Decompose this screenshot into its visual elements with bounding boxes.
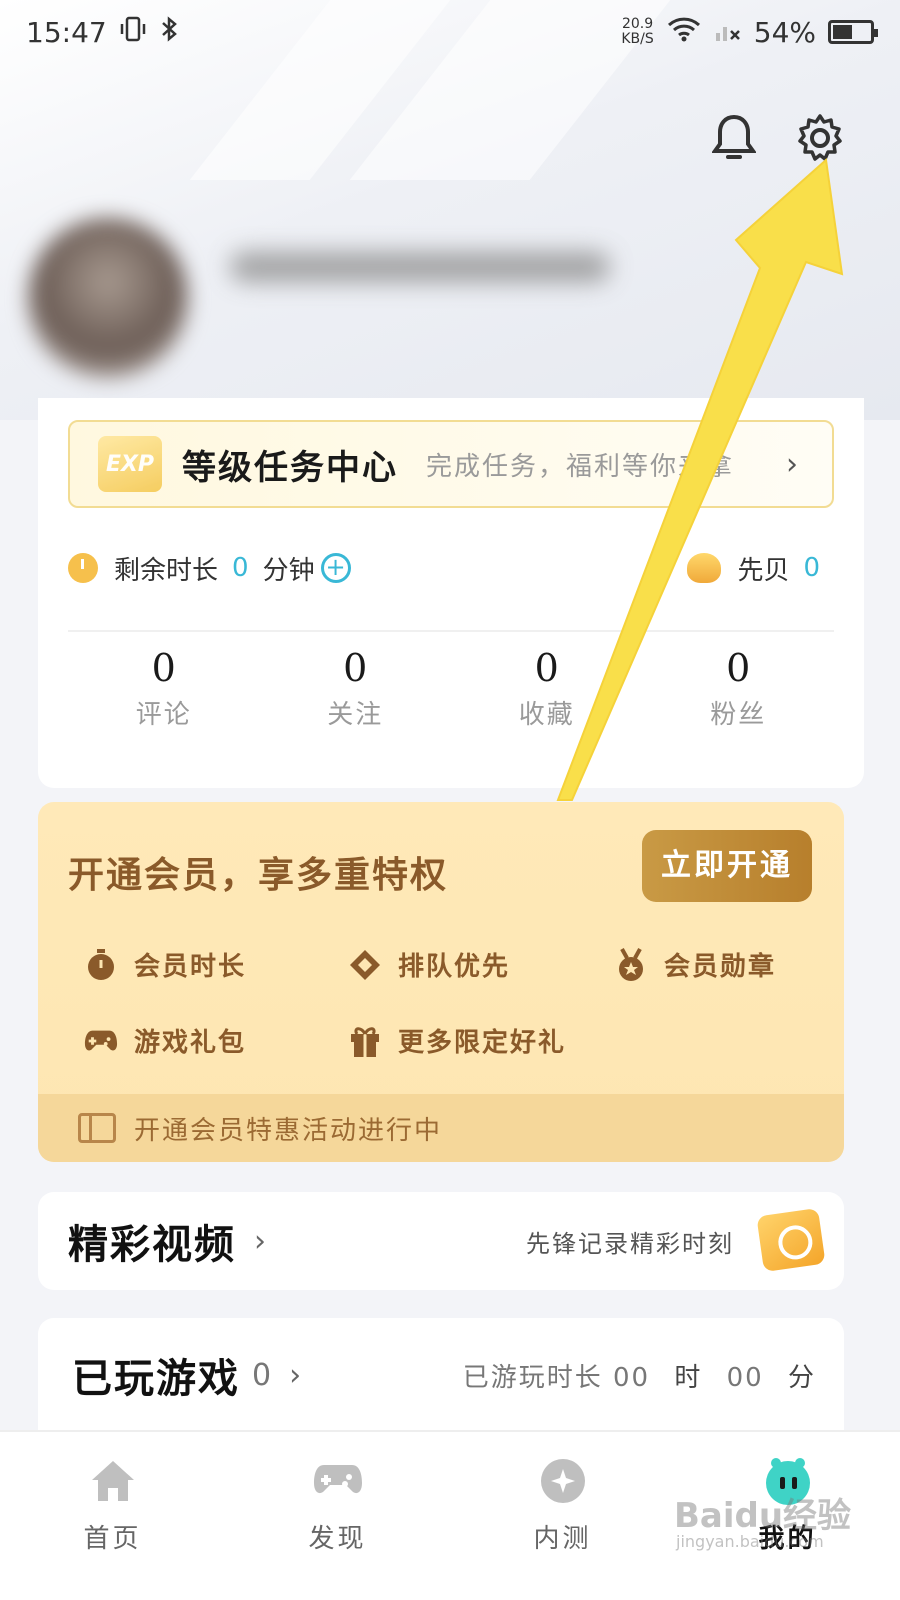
time-left-label: 剩余时长 <box>114 555 219 586</box>
profile-header[interactable] <box>0 190 900 400</box>
count-value: 0 <box>151 646 176 690</box>
gamepad-icon <box>84 1024 118 1058</box>
time-left-unit: 分钟 <box>262 555 315 586</box>
status-bar: 15:47 20.9 KB/S 54% <box>0 0 900 64</box>
gamepad-icon <box>311 1454 365 1508</box>
username-blurred <box>230 252 610 282</box>
chevron-right-icon: › <box>289 1357 302 1393</box>
vip-title: 开通会员，享多重特权 <box>68 855 449 896</box>
vip-card[interactable]: 开通会员，享多重特权 立即开通 会员时长 排队优先 会员勋章 游戏礼包 更多限定… <box>38 802 844 1162</box>
time-left-value: 0 <box>232 553 249 583</box>
ticket-icon <box>78 1113 116 1143</box>
video-section[interactable]: 精彩视频 › 先锋记录精彩时刻 <box>38 1192 844 1290</box>
chevron-right-icon: › <box>254 1223 266 1259</box>
count-fans[interactable]: 0 粉丝 <box>643 638 835 731</box>
played-games-section[interactable]: 已玩游戏 0 › 已游玩时长 00 时 00 分 <box>38 1318 844 1448</box>
count-favorites[interactable]: 0 收藏 <box>451 638 643 731</box>
count-value: 0 <box>534 646 559 690</box>
medal-icon <box>614 947 648 982</box>
vip-open-button[interactable]: 立即开通 <box>642 830 812 902</box>
count-label: 粉丝 <box>710 700 767 730</box>
bluetooth-icon <box>159 15 181 50</box>
video-section-title: 精彩视频 <box>68 1222 236 1268</box>
stopwatch-icon <box>84 948 118 982</box>
vibrate-icon <box>119 15 147 50</box>
exp-badge-icon: EXP <box>98 436 162 492</box>
vip-promo-banner[interactable]: 开通会员特惠活动进行中 <box>38 1094 844 1162</box>
vip-promo-text: 开通会员特惠活动进行中 <box>134 1115 443 1146</box>
chevron-right-icon: › <box>786 446 798 482</box>
tab-label: 内测 <box>533 1524 592 1554</box>
watermark-url: jingyan.baidu.com <box>676 1532 824 1551</box>
tab-label: 发现 <box>308 1524 367 1554</box>
header-actions <box>706 110 848 166</box>
play-time: 已游玩时长 00 时 00 分 <box>462 1362 816 1393</box>
counts-row: 0 评论 0 关注 0 收藏 0 粉丝 <box>68 638 834 731</box>
level-task-banner[interactable]: EXP 等级任务中心 完成任务，福利等你来拿 › <box>68 420 834 508</box>
count-value: 0 <box>726 646 751 690</box>
perk-game-gift: 游戏礼包 <box>84 1022 246 1059</box>
stats-row: 剩余时长 0 分钟 + 先贝 0 <box>68 546 834 590</box>
tab-discover[interactable]: 发现 <box>225 1432 450 1600</box>
perk-member-badge: 会员勋章 <box>614 946 776 983</box>
clock: 15:47 <box>26 15 107 49</box>
tab-home[interactable]: 首页 <box>0 1432 225 1600</box>
count-label: 收藏 <box>518 700 575 730</box>
video-section-subtitle: 先锋记录精彩时刻 <box>526 1229 734 1258</box>
wifi-icon <box>666 15 702 50</box>
count-value: 0 <box>343 646 368 690</box>
count-comments[interactable]: 0 评论 <box>68 638 260 731</box>
perk-queue-priority: 排队优先 <box>348 946 510 983</box>
shell-icon <box>687 553 722 583</box>
profile-card: EXP 等级任务中心 完成任务，福利等你来拿 › 剩余时长 0 分钟 + 先贝 … <box>38 398 864 788</box>
count-label: 关注 <box>327 700 384 730</box>
gear-icon[interactable] <box>792 110 848 166</box>
shell-label[interactable]: 先贝 <box>737 550 789 587</box>
signal-icon <box>714 15 742 50</box>
diamond-icon <box>348 948 382 982</box>
watermark-logo: Baidu经验 <box>674 1496 852 1536</box>
shell-value[interactable]: 0 <box>803 553 820 583</box>
tab-label: 首页 <box>83 1524 142 1554</box>
played-games-title: 已玩游戏 <box>72 1356 240 1402</box>
level-task-title: 等级任务中心 <box>182 447 398 488</box>
count-following[interactable]: 0 关注 <box>260 638 452 731</box>
network-speed: 20.9 KB/S <box>621 16 654 47</box>
add-time-icon[interactable]: + <box>320 553 351 583</box>
camera-illustration-icon <box>756 1207 826 1273</box>
battery-icon <box>828 20 878 44</box>
stopwatch-icon <box>68 553 98 583</box>
level-task-subtitle: 完成任务，福利等你来拿 <box>426 451 735 482</box>
perk-more-gifts: 更多限定好礼 <box>348 1022 566 1059</box>
played-games-count: 0 <box>252 1357 272 1393</box>
tab-beta[interactable]: 内测 <box>450 1432 675 1600</box>
divider <box>68 630 834 632</box>
compass-icon <box>536 1454 590 1508</box>
perk-member-time: 会员时长 <box>84 946 246 983</box>
count-label: 评论 <box>135 700 192 730</box>
battery-percent: 54% <box>753 15 816 49</box>
home-icon <box>86 1454 140 1508</box>
avatar[interactable] <box>28 218 188 378</box>
gift-icon <box>348 1024 382 1058</box>
bell-icon[interactable] <box>706 110 762 166</box>
